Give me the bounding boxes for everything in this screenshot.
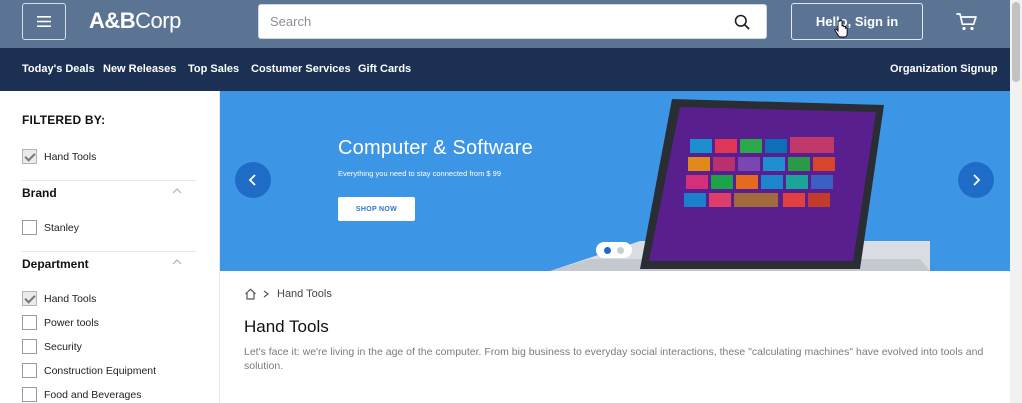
scrollbar-thumb[interactable] (1012, 2, 1020, 82)
carousel-indicators (596, 242, 632, 258)
checkbox[interactable] (22, 315, 37, 330)
category-nav: Today's Deals New Releases Top Sales Cos… (0, 48, 1010, 91)
checkbox-label: Construction Equipment (44, 364, 157, 377)
breadcrumb: Hand Tools (244, 288, 332, 300)
menu-button[interactable] (22, 3, 66, 40)
checkbox-label: Stanley (44, 221, 80, 234)
nav-organization-signup[interactable]: Organization Signup (890, 63, 998, 75)
checkbox[interactable] (22, 149, 37, 164)
checkbox[interactable] (22, 291, 37, 306)
nav-top-sales[interactable]: Top Sales (188, 63, 239, 75)
top-header: A&BCorp Hello, Sign in (0, 0, 1010, 48)
search-input[interactable] (259, 5, 729, 38)
chevron-up-icon[interactable] (172, 259, 182, 265)
department-option-power-tools[interactable]: Power tools (22, 315, 99, 330)
nav-gift-cards[interactable]: Gift Cards (358, 63, 411, 75)
category-description: Let's face it: we're living in the age o… (244, 346, 984, 372)
chevron-right-icon (263, 290, 269, 298)
checkbox-label: Power tools (44, 316, 99, 329)
nav-customer-services[interactable]: Costumer Services (251, 63, 351, 75)
checkbox-label: Security (44, 340, 82, 353)
divider (22, 180, 196, 181)
department-option-construction-equipment[interactable]: Construction Equipment (22, 363, 156, 378)
hero-title: Computer & Software (338, 137, 533, 159)
department-option-hand-tools[interactable]: Hand Tools (22, 291, 96, 306)
chevron-left-icon (248, 174, 256, 186)
breadcrumb-current: Hand Tools (277, 288, 332, 300)
active-filter-hand-tools[interactable]: Hand Tools (22, 149, 96, 164)
department-option-security[interactable]: Security (22, 339, 82, 354)
shop-now-button[interactable]: SHOP NOW (338, 197, 415, 221)
checkbox-label: Food and Beverages (44, 388, 142, 401)
carousel-dot[interactable] (617, 247, 624, 254)
nav-new-releases[interactable]: New Releases (103, 63, 176, 75)
search-icon[interactable] (734, 14, 750, 30)
page-title: Hand Tools (244, 317, 329, 336)
carousel-prev-button[interactable] (235, 162, 271, 198)
mouse-pointer-icon (834, 19, 848, 38)
brand-option-stanley[interactable]: Stanley (22, 220, 79, 235)
signin-label: Hello, Sign in (815, 14, 899, 29)
carousel-dot-active[interactable] (604, 247, 611, 254)
brand-logo-bold: A&B (89, 8, 136, 33)
cart-icon[interactable] (955, 10, 979, 34)
signin-button[interactable]: Hello, Sign in (791, 3, 923, 40)
checkbox[interactable] (22, 387, 37, 402)
hero-carousel: Computer & Software Everything you need … (220, 91, 1010, 271)
checkbox-label: Hand Tools (44, 292, 97, 305)
checkbox[interactable] (22, 339, 37, 354)
department-section-title: Department (22, 257, 89, 271)
filtered-by-heading: FILTERED BY: (22, 113, 106, 127)
home-icon[interactable] (244, 288, 257, 300)
brand-logo[interactable]: A&BCorp (89, 8, 181, 34)
carousel-next-button[interactable] (958, 162, 994, 198)
brand-logo-light: Corp (135, 8, 181, 33)
divider (22, 251, 196, 252)
chevron-right-icon (973, 174, 981, 186)
nav-todays-deals[interactable]: Today's Deals (22, 63, 95, 75)
brand-section-title: Brand (22, 186, 57, 200)
checkbox[interactable] (22, 220, 37, 235)
filter-sidebar: FILTERED BY: Hand Tools Brand Stanley De… (0, 91, 220, 403)
department-option-food-and-beverages[interactable]: Food and Beverages (22, 387, 141, 402)
checkbox[interactable] (22, 363, 37, 378)
checkbox-label: Hand Tools (44, 150, 97, 163)
chevron-up-icon[interactable] (172, 188, 182, 194)
hamburger-icon (37, 16, 51, 27)
hero-subtitle: Everything you need to stay connected fr… (338, 169, 502, 178)
search-box (258, 4, 767, 39)
